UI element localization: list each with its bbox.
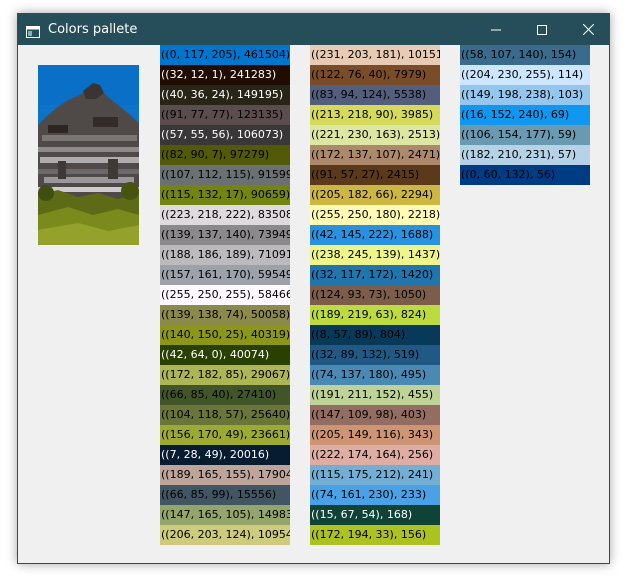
- color-swatch: ((104, 118, 57), 25640): [160, 405, 290, 425]
- color-swatch: ((107, 112, 115), 91599): [160, 165, 290, 185]
- color-swatch: ((204, 230, 255), 114): [460, 65, 590, 85]
- palette-column-1: ((0, 117, 205), 461504) ((32, 12, 1), 241…: [160, 45, 290, 545]
- color-swatch: ((140, 150, 25), 40319): [160, 325, 290, 345]
- color-swatch: ((42, 145, 222), 1688): [310, 225, 440, 245]
- color-swatch: ((115, 132, 17), 90659): [160, 185, 290, 205]
- palette-column-3: ((58, 107, 140), 154) ((204, 230, 255), 1…: [460, 45, 590, 185]
- color-swatch: ((157, 161, 170), 59549): [160, 265, 290, 285]
- color-swatch: ((74, 161, 230), 233): [310, 485, 440, 505]
- color-swatch: ((191, 211, 152), 455): [310, 385, 440, 405]
- color-swatch: ((16, 152, 240), 69): [460, 105, 590, 125]
- color-swatch: ((74, 137, 180), 495): [310, 365, 440, 385]
- color-swatch: ((122, 76, 40), 7979): [310, 65, 440, 85]
- color-swatch: ((223, 218, 222), 83508): [160, 205, 290, 225]
- maximize-icon: [537, 24, 547, 35]
- minimize-icon: [491, 29, 501, 30]
- colors-pallete-window: Colors pallete ((0, 117, 205), 461504) (…: [17, 13, 610, 564]
- color-swatch: ((213, 218, 90), 3985): [310, 105, 440, 125]
- close-button[interactable]: [565, 14, 611, 45]
- color-swatch: ((106, 154, 177), 59): [460, 125, 590, 145]
- color-swatch: ((139, 137, 140), 73949): [160, 225, 290, 245]
- maximize-button[interactable]: [519, 14, 565, 45]
- color-swatch: ((205, 182, 66), 2294): [310, 185, 440, 205]
- color-swatch: ((139, 138, 74), 50058): [160, 305, 290, 325]
- color-swatch: ((15, 67, 54), 168): [310, 505, 440, 525]
- color-swatch: ((147, 165, 105), 14983): [160, 505, 290, 525]
- color-swatch: ((91, 57, 27), 2415): [310, 165, 440, 185]
- color-swatch: ((221, 230, 163), 2513): [310, 125, 440, 145]
- color-swatch: ((115, 175, 212), 241): [310, 465, 440, 485]
- color-swatch: ((147, 109, 98), 403): [310, 405, 440, 425]
- title-bar[interactable]: Colors pallete: [18, 14, 609, 45]
- color-swatch: ((58, 107, 140), 154): [460, 45, 590, 65]
- mayan-ruin-photo: [38, 65, 139, 245]
- color-swatch: ((255, 250, 180), 2218): [310, 205, 440, 225]
- color-swatch: ((205, 149, 116), 343): [310, 425, 440, 445]
- color-swatch: ((172, 137, 107), 2471): [310, 145, 440, 165]
- color-swatch: ((206, 203, 124), 10954): [160, 525, 290, 545]
- color-swatch: ((0, 60, 132), 56): [460, 165, 590, 185]
- color-swatch: ((172, 194, 33), 156): [310, 525, 440, 545]
- color-swatch: ((66, 85, 40), 27410): [160, 385, 290, 405]
- color-swatch: ((40, 36, 24), 149195): [160, 85, 290, 105]
- color-swatch: ((66, 85, 99), 15556): [160, 485, 290, 505]
- color-swatch: ((238, 245, 139), 1437): [310, 245, 440, 265]
- color-swatch: ((57, 55, 56), 106073): [160, 125, 290, 145]
- minimize-button[interactable]: [473, 14, 519, 45]
- color-swatch: ((189, 165, 155), 17904): [160, 465, 290, 485]
- color-swatch: ((222, 174, 164), 256): [310, 445, 440, 465]
- color-swatch: ((32, 89, 132), 519): [310, 345, 440, 365]
- color-swatch: ((231, 203, 181), 10151): [310, 45, 440, 65]
- window-app-icon: [26, 23, 40, 38]
- color-swatch: ((32, 117, 172), 1420): [310, 265, 440, 285]
- color-swatch: ((188, 186, 189), 71091): [160, 245, 290, 265]
- color-swatch: ((156, 170, 49), 23661): [160, 425, 290, 445]
- color-swatch: ((255, 250, 255), 58466): [160, 285, 290, 305]
- color-swatch: ((189, 219, 63), 824): [310, 305, 440, 325]
- color-swatch: ((82, 90, 7), 97279): [160, 145, 290, 165]
- color-swatch: ((42, 64, 0), 40074): [160, 345, 290, 365]
- color-swatch: ((0, 117, 205), 461504): [160, 45, 290, 65]
- color-swatch: ((7, 28, 49), 20016): [160, 445, 290, 465]
- color-swatch: ((8, 57, 89), 804): [310, 325, 440, 345]
- color-swatch: ((124, 93, 73), 1050): [310, 285, 440, 305]
- client-area: ((0, 117, 205), 461504) ((32, 12, 1), 241…: [18, 45, 609, 563]
- palette-column-2: ((231, 203, 181), 10151) ((122, 76, 40), …: [310, 45, 440, 545]
- color-swatch: ((182, 210, 231), 57): [460, 145, 590, 165]
- window-title: Colors pallete: [48, 22, 138, 37]
- color-swatch: ((149, 198, 238), 103): [460, 85, 590, 105]
- color-swatch: ((91, 77, 77), 123135): [160, 105, 290, 125]
- close-icon: [582, 24, 594, 35]
- color-swatch: ((83, 94, 124), 5538): [310, 85, 440, 105]
- color-swatch: ((172, 182, 85), 29067): [160, 365, 290, 385]
- color-swatch: ((32, 12, 1), 241283): [160, 65, 290, 85]
